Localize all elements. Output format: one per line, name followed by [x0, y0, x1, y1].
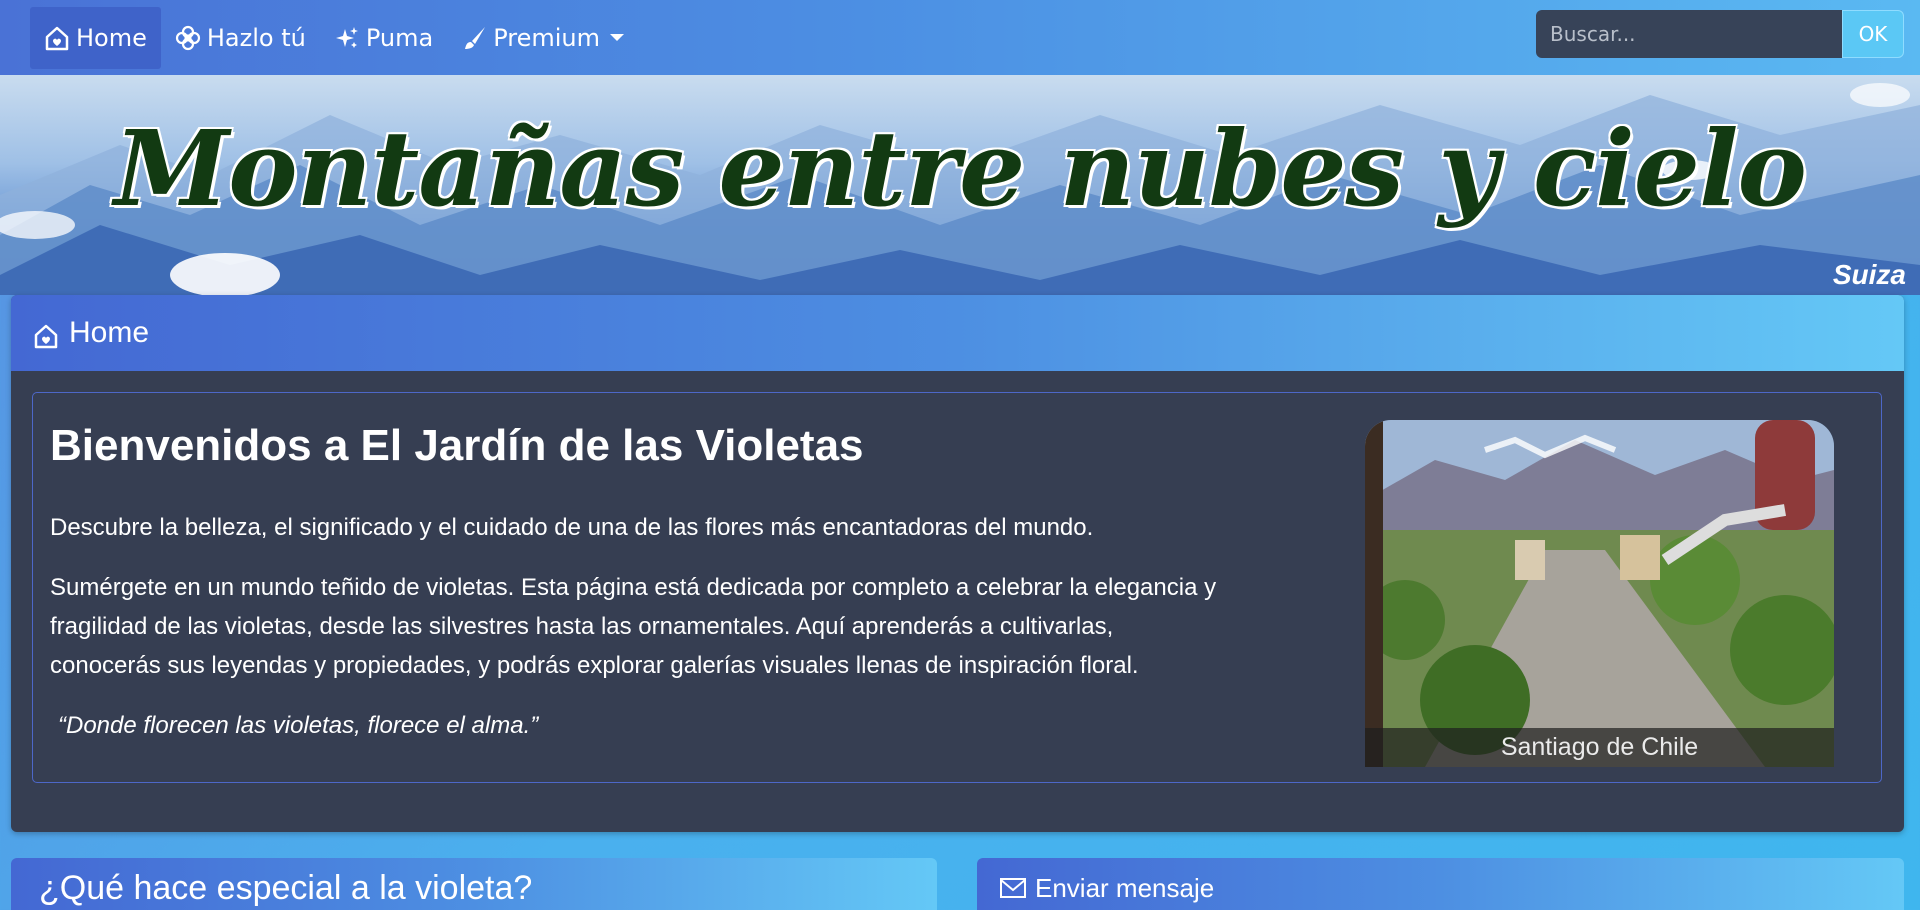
city-street-image: [1365, 420, 1834, 767]
photo-caption: Santiago de Chile: [1365, 728, 1834, 767]
sparkles-icon: [334, 25, 360, 51]
intro-text: Descubre la belleza, el significado y el…: [50, 514, 1094, 541]
nav-menu: Home Hazlo tú Puma Premium: [30, 6, 638, 69]
search-input[interactable]: [1536, 10, 1842, 58]
panel-header: Home: [11, 295, 1904, 371]
nav-item-premium-dropdown[interactable]: Premium: [447, 7, 638, 69]
brush-icon: [461, 25, 487, 51]
nav-item-label: Home: [76, 23, 147, 52]
flower-icon: [175, 25, 201, 51]
navbar: Home Hazlo tú Puma Premium OK: [0, 0, 1920, 75]
home-panel: Home Bienvenidos a El Jardín de las Viol…: [11, 295, 1904, 832]
nav-item-home[interactable]: Home: [30, 6, 161, 69]
santiago-photo: Santiago de Chile: [1365, 420, 1834, 767]
house-heart-icon: [44, 25, 70, 51]
nav-item-hazlo-tu[interactable]: Hazlo tú: [161, 7, 320, 69]
house-heart-icon: [33, 320, 59, 349]
banner-caption: Suiza: [1832, 259, 1906, 290]
body-text-line-1: Sumérgete en un mundo teñido de violetas…: [50, 574, 1217, 601]
nav-item-label: Hazlo tú: [206, 23, 306, 52]
caret-down-icon: [609, 34, 624, 41]
nav-item-label: Puma: [365, 23, 434, 52]
send-message-card-header: Enviar mensaje: [977, 858, 1904, 910]
quote-text: “Donde florecen las violetas, florece el…: [58, 712, 539, 739]
violet-special-title: ¿Qué hace especial a la violeta?: [39, 868, 533, 907]
page-title: Bienvenidos a El Jardín de las Violetas: [50, 421, 864, 470]
body-text-line-3: conocerás sus leyendas y propiedades, y …: [50, 652, 1139, 679]
search-form: OK: [1536, 10, 1904, 58]
send-message-title: Enviar mensaje: [1035, 872, 1215, 903]
header-banner: Montañas entre nubes y cielo Suiza: [0, 75, 1920, 295]
welcome-card: Bienvenidos a El Jardín de las Violetas …: [32, 392, 1882, 783]
banner-title: Montañas entre nubes y cielo: [114, 107, 1807, 230]
panel-header-label: Home: [69, 316, 150, 349]
envelope-icon: [999, 877, 1027, 899]
search-button[interactable]: OK: [1842, 10, 1904, 58]
nav-item-puma[interactable]: Puma: [320, 7, 447, 69]
nav-item-label: Premium: [493, 23, 600, 52]
violet-special-card-header: ¿Qué hace especial a la violeta?: [11, 858, 937, 910]
body-text-line-2: fragilidad de las violetas, desde las si…: [50, 613, 1114, 640]
